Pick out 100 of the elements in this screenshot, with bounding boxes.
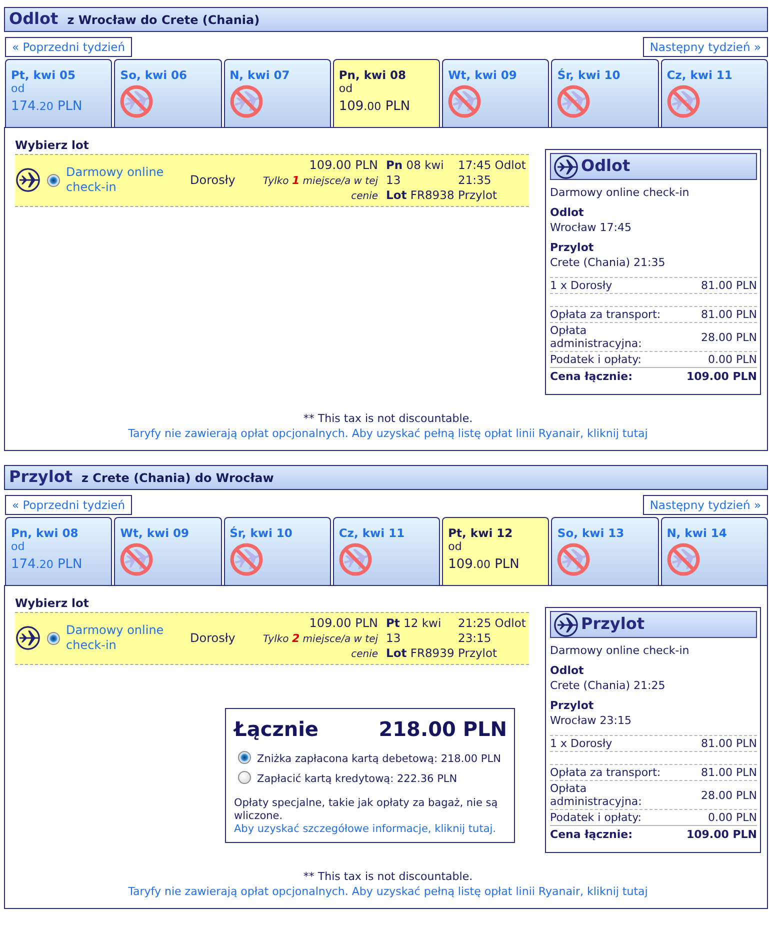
flight-date: Pt 12 kwi 13 <box>386 616 442 646</box>
no-flights-icon <box>230 85 263 118</box>
no-flights-icon <box>120 543 154 576</box>
day-tab[interactable]: Wt, kwi 09 <box>442 59 550 127</box>
previous-week-button[interactable]: « Poprzedni tydzień <box>5 495 132 515</box>
departure-time: 17:45 Odlot <box>458 158 527 173</box>
total-label: Łącznie <box>234 716 318 742</box>
route-text: z Wrocław do Crete (Chania) <box>67 12 260 28</box>
arrival-info: Crete (Chania) 21:35 <box>550 255 666 270</box>
day-tab[interactable]: Śr, kwi 10 <box>551 59 659 127</box>
seats-note: Tylko 2 miejsce/a w tej cenie <box>262 630 378 662</box>
arrival-info: Wrocław 23:15 <box>550 713 633 728</box>
section-title: Przylot <box>9 467 72 488</box>
section-title: Odlot <box>9 9 58 30</box>
radio-button[interactable] <box>238 770 251 784</box>
price-label: Podatek i opłaty: <box>550 811 642 824</box>
no-flights-icon <box>557 543 590 576</box>
radio-button[interactable] <box>238 750 251 764</box>
airplane-icon <box>16 626 40 650</box>
no-flights-icon <box>120 85 154 118</box>
day-tab[interactable]: Śr, kwi 10 <box>224 517 331 585</box>
radio-button[interactable] <box>47 632 60 645</box>
price-label: Opłata administracyjna: <box>550 324 643 350</box>
total-price-label: Cena łącznie: <box>550 369 633 385</box>
no-flights-icon <box>338 543 372 576</box>
day-tab[interactable]: Wt, kwi 09 <box>114 517 222 585</box>
fees-link[interactable]: Taryfy nie zawierają opłat opcjonalnych. Aby uzyskać pełną listę opłat linii Ryanair, kliknij tutaj <box>128 884 648 899</box>
details-link[interactable]: Aby uzyskać szczegółowe informacje, kliknij tutaj. <box>234 822 496 836</box>
tax-note: ** This tax is not discountable. <box>303 869 473 884</box>
total-amount: 218.00 PLN <box>378 716 507 742</box>
next-week-button[interactable]: Następny tydzień » <box>642 495 768 515</box>
fees-link[interactable]: Taryfy nie zawierają opłat opcjonalnych. Aby uzyskać pełną listę opłat linii Ryanair, kliknij tutaj <box>128 426 648 441</box>
fare-link[interactable]: Darmowy online check-in <box>66 623 178 654</box>
price-label: Podatek i opłaty: <box>550 353 642 366</box>
summary-title: Odlot <box>581 156 630 177</box>
fare-text: Darmowy online check-in <box>550 185 690 200</box>
arrival-label: Przylot <box>550 240 595 255</box>
day-tab[interactable]: Cz, kwi 11 <box>660 59 768 127</box>
passenger-type: Dorosły <box>190 172 236 188</box>
departure-label: Odlot <box>550 663 585 678</box>
total-price-amount: 109.00 PLN <box>686 827 757 843</box>
no-flights-icon <box>666 85 700 118</box>
previous-week-button[interactable]: « Poprzedni tydzień <box>5 37 132 57</box>
departure-label: Odlot <box>550 205 585 220</box>
payment-option-label[interactable]: Zapłacić kartą kredytową: 222.36 PLN <box>257 772 458 785</box>
next-week-button[interactable]: Następny tydzień » <box>642 37 768 57</box>
departure-info: Wrocław 17:45 <box>550 220 633 235</box>
price-amount: 81.00 PLN <box>701 279 757 292</box>
tax-note: ** This tax is not discountable. <box>303 411 473 426</box>
flight-price: 109.00 PLN <box>308 156 378 173</box>
fare-text: Darmowy online check-in <box>550 643 690 658</box>
price-amount: 28.00 PLN <box>701 788 757 802</box>
day-tab[interactable]: So, kwi 13 <box>551 517 659 585</box>
price-label: 1 x Dorosły <box>550 279 612 292</box>
price-label: 1 x Dorosły <box>550 737 612 750</box>
arrival-time: 23:15 Przylot <box>458 630 498 661</box>
no-flights-icon <box>448 85 482 118</box>
day-tab[interactable]: N, kwi 14 <box>660 517 768 585</box>
departure-info: Crete (Chania) 21:25 <box>550 678 666 693</box>
route-text: z Crete (Chania) do Wrocław <box>81 470 274 486</box>
price-amount: 0.00 PLN <box>708 353 757 366</box>
airplane-icon <box>16 168 40 192</box>
price-amount: 81.00 PLN <box>701 737 757 750</box>
flight-number: Lot FR8939 <box>386 646 456 661</box>
flight-number: Lot FR8938 <box>386 188 456 203</box>
price-amount: 0.00 PLN <box>708 811 757 824</box>
airplane-icon <box>554 612 578 636</box>
radio-button[interactable] <box>47 174 60 187</box>
fees-note: Opłaty specjalne, takie jak opłaty za bagaż, nie są wliczone. <box>234 796 499 823</box>
passenger-type: Dorosły <box>190 630 236 646</box>
fare-link[interactable]: Darmowy online check-in <box>66 165 178 196</box>
price-amount: 81.00 PLN <box>701 308 757 321</box>
day-tab[interactable]: Pn, kwi 08 od 109.00 PLN <box>332 59 440 127</box>
summary-title: Przylot <box>581 614 644 635</box>
departure-time: 21:25 Odlot <box>458 616 527 631</box>
select-flight-heading: Wybierz lot <box>15 596 90 611</box>
price-label: Opłata administracyjna: <box>550 782 643 808</box>
price-label: Opłata za transport: <box>550 766 661 779</box>
price-amount: 28.00 PLN <box>701 330 757 344</box>
flight-date: Pn 08 kwi 13 <box>386 158 445 188</box>
price-label: Opłata za transport: <box>550 308 661 321</box>
select-flight-heading: Wybierz lot <box>15 138 90 153</box>
total-price-label: Cena łącznie: <box>550 827 633 843</box>
day-tab[interactable]: Pn, kwi 08 od 174.20 PLN <box>5 517 112 585</box>
no-flights-icon <box>557 85 590 118</box>
payment-option-label[interactable]: Zniżka zapłacona kartą debetową: 218.00 PLN <box>257 752 501 765</box>
arrival-time: 21:35 Przylot <box>458 172 498 203</box>
price-amount: 81.00 PLN <box>701 766 757 779</box>
arrival-label: Przylot <box>550 698 595 713</box>
day-tab[interactable]: Pt, kwi 05 od 174.20 PLN <box>5 59 112 127</box>
total-price-amount: 109.00 PLN <box>686 369 757 385</box>
seats-note: Tylko 1 miejsce/a w tej cenie <box>262 172 378 204</box>
day-tab[interactable]: Pt, kwi 12 od 109.00 PLN <box>442 517 550 585</box>
flight-price: 109.00 PLN <box>308 614 378 631</box>
no-flights-icon <box>230 543 263 576</box>
day-tab[interactable]: Cz, kwi 11 <box>332 517 440 585</box>
day-tab[interactable]: N, kwi 07 <box>224 59 331 127</box>
airplane-icon <box>554 154 578 178</box>
day-tab[interactable]: So, kwi 06 <box>114 59 222 127</box>
no-flights-icon <box>666 543 700 576</box>
